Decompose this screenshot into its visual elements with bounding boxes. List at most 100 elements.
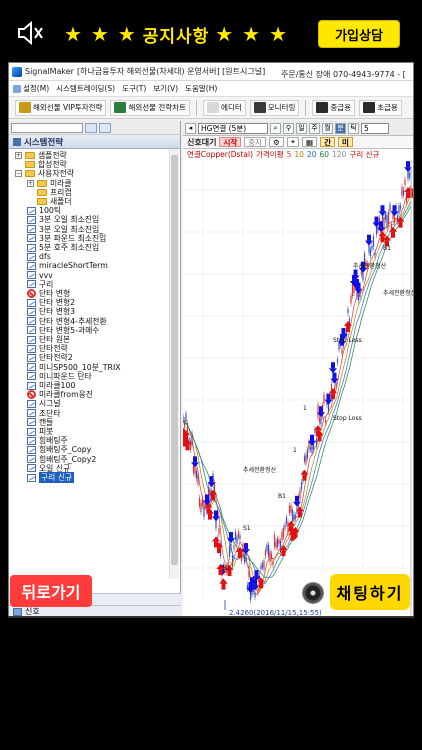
period-button[interactable]: 일 <box>296 122 307 134</box>
signal-tool-icon[interactable]: ⚙ <box>269 137 284 147</box>
tree-header[interactable]: 시스템전략 <box>9 135 180 149</box>
sell-arrow-icon <box>191 462 199 468</box>
strategy-tree: +샘플전략+합성전략−사용자전략+미라클+프리캡+새폴더100틱3분 오일 최소… <box>9 149 180 579</box>
expand-icon[interactable]: + <box>15 152 22 160</box>
toolbar-button[interactable]: 모니터링 <box>249 99 300 116</box>
chart-tool-button[interactable]: ◂ <box>185 122 196 134</box>
buy-arrow-icon <box>217 547 221 554</box>
legend-entry: 10 <box>294 150 304 159</box>
speaker-muted-icon[interactable] <box>16 20 44 46</box>
count-select[interactable]: 5 <box>361 122 389 134</box>
sell-arrow-icon <box>329 368 337 374</box>
candle-body <box>278 539 280 544</box>
tree-node-label: dfs <box>39 252 51 262</box>
buy-arrow-icon <box>211 494 215 501</box>
signal-annotation: 추세전환청산 <box>243 466 277 474</box>
menu-item[interactable]: 시스템트레이딩(S) <box>56 83 115 94</box>
candle-body <box>341 349 343 354</box>
tree-search-button[interactable] <box>85 122 97 133</box>
toolbar-button[interactable]: 해외선물 VIP투자전략 <box>15 99 107 116</box>
collapse-icon[interactable]: − <box>15 170 22 178</box>
candle-body <box>267 544 270 558</box>
main-toolbar: 해외선물 VIP투자전략 해외선물 전략차트 에디터 모니터링 중급용 초급용 <box>9 97 413 119</box>
strategy-icon <box>27 464 36 473</box>
expand-icon[interactable]: + <box>27 179 34 187</box>
disabled-icon <box>27 390 36 400</box>
sell-arrow-icon <box>319 406 323 413</box>
toolbar-button[interactable]: 중급용 <box>312 99 356 116</box>
sell-arrow-icon <box>209 476 214 483</box>
sell-arrow-icon <box>229 532 233 539</box>
sell-arrow-icon <box>374 216 379 223</box>
mode-right-button[interactable]: 미 <box>338 137 353 147</box>
folder-icon <box>37 179 47 187</box>
tree-strategy[interactable]: miracleShortTerm <box>27 261 108 270</box>
strategy-icon <box>27 455 36 464</box>
sell-arrow-icon <box>205 494 209 501</box>
toolbar-button[interactable]: 에디터 <box>203 99 246 116</box>
toolbar-button[interactable]: 해외선물 전략차트 <box>110 99 191 116</box>
strategy-icon <box>27 271 36 280</box>
toolbar-button[interactable]: 초급용 <box>359 99 402 116</box>
menu-item[interactable]: 설정(M) <box>13 83 49 94</box>
tree-strategy[interactable]: dfs <box>27 252 51 261</box>
candle-body <box>198 497 201 507</box>
symbol-select[interactable]: HG연결 (5분) <box>198 122 268 134</box>
sell-arrow-icon <box>341 328 346 335</box>
menu-item[interactable]: 보기(V) <box>153 83 178 94</box>
tree-scroll-thumb[interactable] <box>171 155 178 565</box>
strategy-icon <box>27 399 36 408</box>
signal-magnet-icon[interactable]: ⌖ <box>286 137 300 147</box>
toolbar-button-label: 모니터링 <box>267 103 296 112</box>
sell-arrow-icon <box>214 510 218 517</box>
app-window: SignalMaker [하나금융투자 해외선물(차세대) 운영서버] [원트시… <box>8 62 414 618</box>
sell-arrow-icon <box>324 399 333 405</box>
candle-body <box>243 555 246 563</box>
tree-option-button[interactable] <box>99 122 111 133</box>
menu-item[interactable]: 도구(T) <box>122 83 146 94</box>
strategy-icon <box>27 206 36 215</box>
price-chart[interactable]: S1 추세전환청산 Stop Loss B1 1 S1 추세전환청산 Stop Loss B1 1… <box>183 160 414 618</box>
stars-left: ★ ★ ★ <box>64 22 137 46</box>
lookup-icon[interactable]: ⚲ <box>283 122 294 134</box>
start-button[interactable]: 시작 <box>219 137 242 147</box>
disabled-icon <box>27 289 36 299</box>
search-icon[interactable]: ⌕ <box>270 122 281 134</box>
buy-arrow-icon <box>206 507 211 514</box>
candle-body <box>276 538 279 548</box>
candle-body <box>384 213 387 220</box>
candle-body <box>189 440 192 451</box>
join-consult-button[interactable]: 가입상담 <box>318 20 400 48</box>
stop-button[interactable]: 중지 <box>244 137 267 147</box>
menu-item[interactable]: 도움말(H) <box>185 83 217 94</box>
chat-button[interactable]: 채팅하기 <box>330 574 410 610</box>
strategy-icon <box>27 243 36 252</box>
candle-body <box>263 560 265 570</box>
legend-entry: 구리 신규 <box>349 150 380 159</box>
buy-arrow-icon <box>406 192 410 199</box>
menu-item-label: 설정(M) <box>23 84 50 93</box>
period-button[interactable]: 주 <box>309 122 320 134</box>
candle-body <box>300 482 303 490</box>
signal-grid-icon[interactable]: ▦ <box>302 137 318 147</box>
candle-body <box>308 441 310 450</box>
candle-body <box>288 505 291 514</box>
menu-item-label: 보기(V) <box>153 84 179 93</box>
mode-left-button[interactable]: 간 <box>320 137 336 147</box>
period-button[interactable]: 월 <box>322 122 333 134</box>
strategy-icon <box>27 335 36 344</box>
back-button[interactable]: 뒤로가기 <box>10 575 92 607</box>
tree-scrollbar[interactable] <box>169 149 179 579</box>
period-button[interactable]: 분 <box>335 122 346 134</box>
disc-icon[interactable] <box>302 582 324 604</box>
buy-arrow-icon <box>183 427 187 433</box>
tree-strategy[interactable]: 5분 호주 최소진입 <box>27 243 99 252</box>
tree-search-input[interactable] <box>11 122 83 133</box>
sell-arrow-icon <box>380 205 385 212</box>
sell-arrow-icon <box>244 543 248 550</box>
sell-arrow-icon <box>406 161 410 168</box>
candle-body <box>279 540 282 553</box>
period-button[interactable]: 틱 <box>348 122 359 134</box>
tree-strategy[interactable]: 구리 신규 <box>27 472 75 484</box>
notice-title[interactable]: ★ ★ ★ 공지사항 ★ ★ ★ <box>58 18 294 50</box>
